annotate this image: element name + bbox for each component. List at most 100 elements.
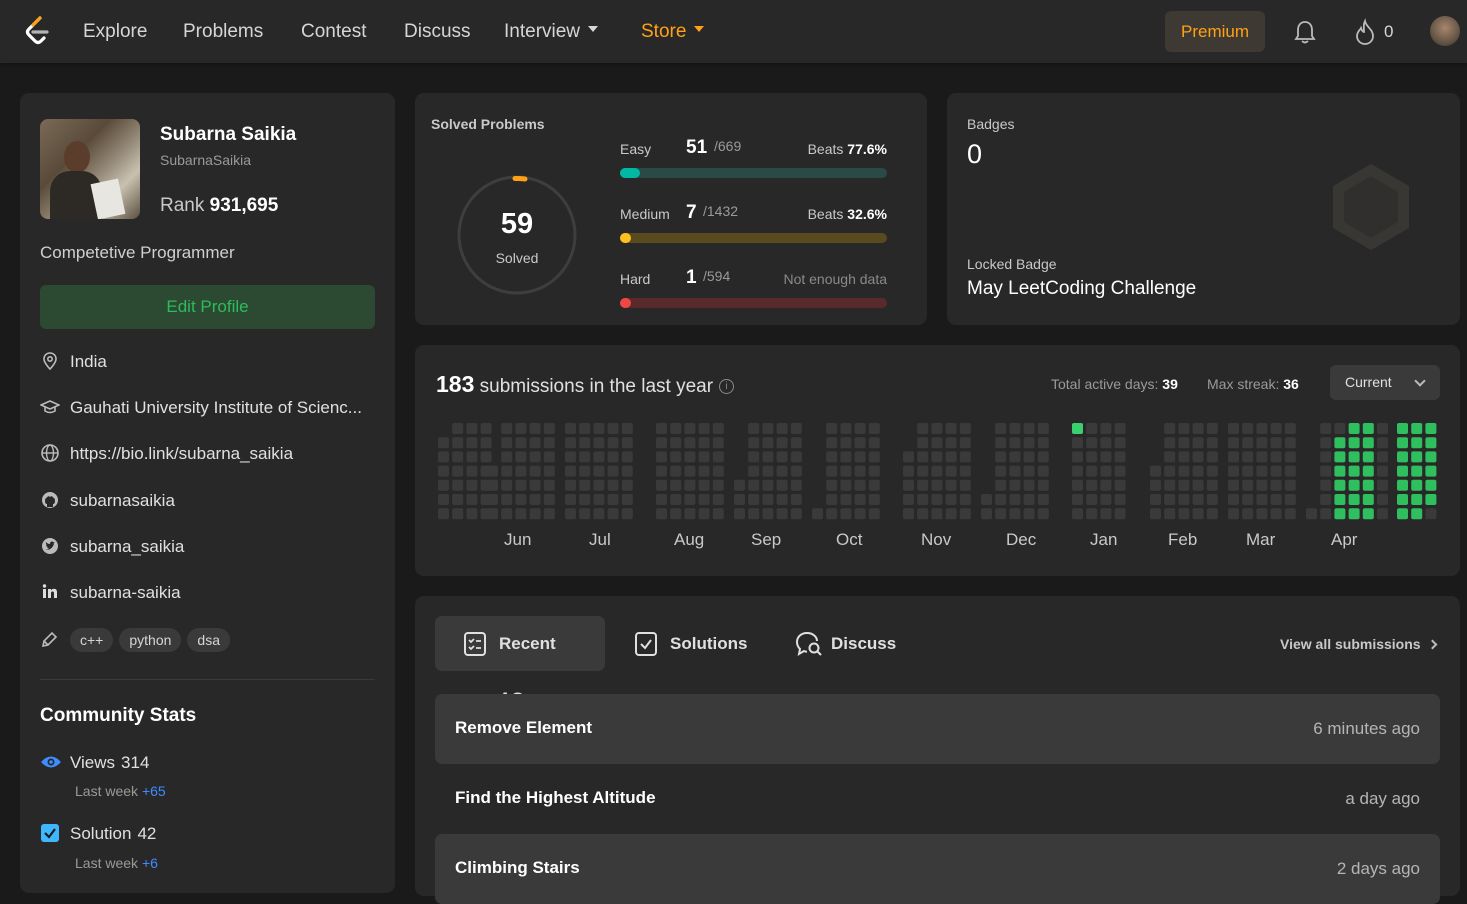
badges-count: 0 xyxy=(967,139,983,169)
nav-interview-label: Interview xyxy=(504,21,581,42)
last-week-label: Last week xyxy=(75,855,139,871)
submission-title[interactable]: Remove Element xyxy=(455,718,592,738)
school-text: Gauhati University Institute of Scienc..… xyxy=(70,398,362,417)
tab-discuss[interactable]: Discuss xyxy=(767,616,920,671)
badges-label: Badges xyxy=(967,116,1015,132)
medium-total: /1432 xyxy=(703,203,739,219)
edit-profile-button[interactable]: Edit Profile xyxy=(40,285,375,329)
month-label: Aug xyxy=(674,530,705,549)
month-label: Jan xyxy=(1090,530,1118,549)
month-label: Oct xyxy=(836,530,863,549)
submission-time: 6 minutes ago xyxy=(1313,719,1420,738)
clipboard-list-icon xyxy=(464,632,486,656)
tab-solutions[interactable]: Solutions xyxy=(606,616,771,671)
chevron-down-icon xyxy=(694,25,705,32)
hard-total: /594 xyxy=(703,268,731,284)
views-label: Views xyxy=(70,753,116,772)
divider xyxy=(40,679,375,680)
list-item[interactable]: Climbing Stairs 2 days ago xyxy=(435,834,1440,904)
submissions-text: submissions in the last year xyxy=(479,376,714,397)
location-text: India xyxy=(70,352,107,371)
profile-avatar xyxy=(40,119,140,219)
solution-stat: Solution 42 xyxy=(40,823,157,845)
profile-twitter[interactable]: subarna_saikia xyxy=(40,535,184,559)
list-item[interactable]: Find the Highest Altitude a day ago xyxy=(435,764,1440,834)
solution-week-value: +6 xyxy=(141,855,158,871)
skill-tag[interactable]: dsa xyxy=(187,628,230,652)
twitter-icon xyxy=(42,537,58,554)
submission-title[interactable]: Climbing Stairs xyxy=(455,858,580,878)
solution-label: Solution xyxy=(70,824,132,843)
github-text[interactable]: subarnasaikia xyxy=(70,491,175,510)
hard-note: Not enough data xyxy=(783,271,887,287)
profile-rank: Rank 931,695 xyxy=(160,195,278,217)
globe-icon xyxy=(41,443,59,462)
profile-linkedin[interactable]: subarna-saikia xyxy=(40,581,181,605)
profile-name: Subarna Saikia xyxy=(160,124,297,145)
easy-progress-bar xyxy=(620,168,887,178)
hard-solved: 1 xyxy=(686,267,697,288)
nav-interview[interactable]: Interview xyxy=(504,21,599,43)
leetcode-logo-icon[interactable] xyxy=(23,15,51,47)
twitter-text[interactable]: subarna_saikia xyxy=(70,537,184,556)
checkbox-icon xyxy=(41,823,59,842)
period-dropdown[interactable]: Current xyxy=(1330,365,1440,400)
rank-value: 931,695 xyxy=(209,195,279,216)
list-item[interactable]: Remove Element 6 minutes ago xyxy=(435,694,1440,764)
tab-solutions-label: Solutions xyxy=(670,634,748,653)
max-streak-stat: Max streak: 36 xyxy=(1207,376,1299,392)
profile-github[interactable]: subarnasaikia xyxy=(40,489,175,513)
bell-icon[interactable] xyxy=(1293,19,1317,45)
medium-progress-fill xyxy=(620,233,631,243)
submission-title[interactable]: Find the Highest Altitude xyxy=(455,788,656,808)
views-value: 314 xyxy=(121,753,150,772)
medium-beats-value: 32.6% xyxy=(847,206,887,222)
linkedin-text[interactable]: subarna-saikia xyxy=(70,583,181,602)
easy-beats-value: 77.6% xyxy=(847,141,887,157)
month-label: Jun xyxy=(504,530,532,549)
user-avatar[interactable] xyxy=(1430,16,1460,46)
profile-website[interactable]: https://bio.link/subarna_saikia xyxy=(40,442,293,466)
view-all-submissions-link[interactable]: View all submissions xyxy=(1280,636,1438,652)
nav-store[interactable]: Store xyxy=(641,21,705,43)
nav-explore[interactable]: Explore xyxy=(83,21,147,43)
info-icon[interactable]: i xyxy=(719,379,735,394)
solved-label: Solved xyxy=(495,250,539,266)
views-week-value: +65 xyxy=(141,783,166,799)
easy-progress-fill xyxy=(620,168,641,178)
nav-problems[interactable]: Problems xyxy=(183,21,263,43)
beats-label: Beats xyxy=(807,206,844,222)
profile-location: India xyxy=(40,350,107,374)
medium-solved: 7 xyxy=(686,202,697,223)
active-days-label: Total active days: xyxy=(1051,376,1159,392)
solution-value: 42 xyxy=(137,824,157,843)
nav-contest[interactable]: Contest xyxy=(301,21,366,43)
chevron-right-icon xyxy=(1427,639,1438,650)
medium-progress-bar xyxy=(620,233,887,243)
skill-tag[interactable]: python xyxy=(119,628,182,652)
nav-discuss[interactable]: Discuss xyxy=(404,21,471,43)
month-label: Jul xyxy=(589,530,611,549)
website-text[interactable]: https://bio.link/subarna_saikia xyxy=(70,444,293,463)
locked-badge-label: Locked Badge xyxy=(967,256,1057,272)
active-days-stat: Total active days: 39 xyxy=(1051,376,1178,392)
chevron-down-icon xyxy=(588,25,599,32)
skill-tag[interactable]: c++ xyxy=(70,628,114,652)
profile-username: SubarnaSaikia xyxy=(160,152,252,168)
school-icon xyxy=(40,399,60,413)
month-label: Sep xyxy=(751,530,782,549)
period-dropdown-label: Current xyxy=(1345,374,1392,390)
solution-last-week: Last week +6 xyxy=(75,855,158,871)
fire-icon[interactable] xyxy=(1353,18,1377,46)
rank-label: Rank xyxy=(160,195,205,216)
active-days-value: 39 xyxy=(1162,376,1178,392)
premium-button[interactable]: Premium xyxy=(1165,11,1265,52)
last-week-label: Last week xyxy=(75,783,139,799)
month-label: Feb xyxy=(1168,530,1198,549)
easy-solved: 51 xyxy=(686,137,708,158)
hard-label: Hard xyxy=(620,271,651,287)
submissions-count: 183 xyxy=(436,371,475,397)
submission-time: a day ago xyxy=(1345,789,1420,808)
locked-badge-icon[interactable] xyxy=(1330,162,1412,252)
tab-recent-ac[interactable]: Recent AC xyxy=(435,616,605,708)
